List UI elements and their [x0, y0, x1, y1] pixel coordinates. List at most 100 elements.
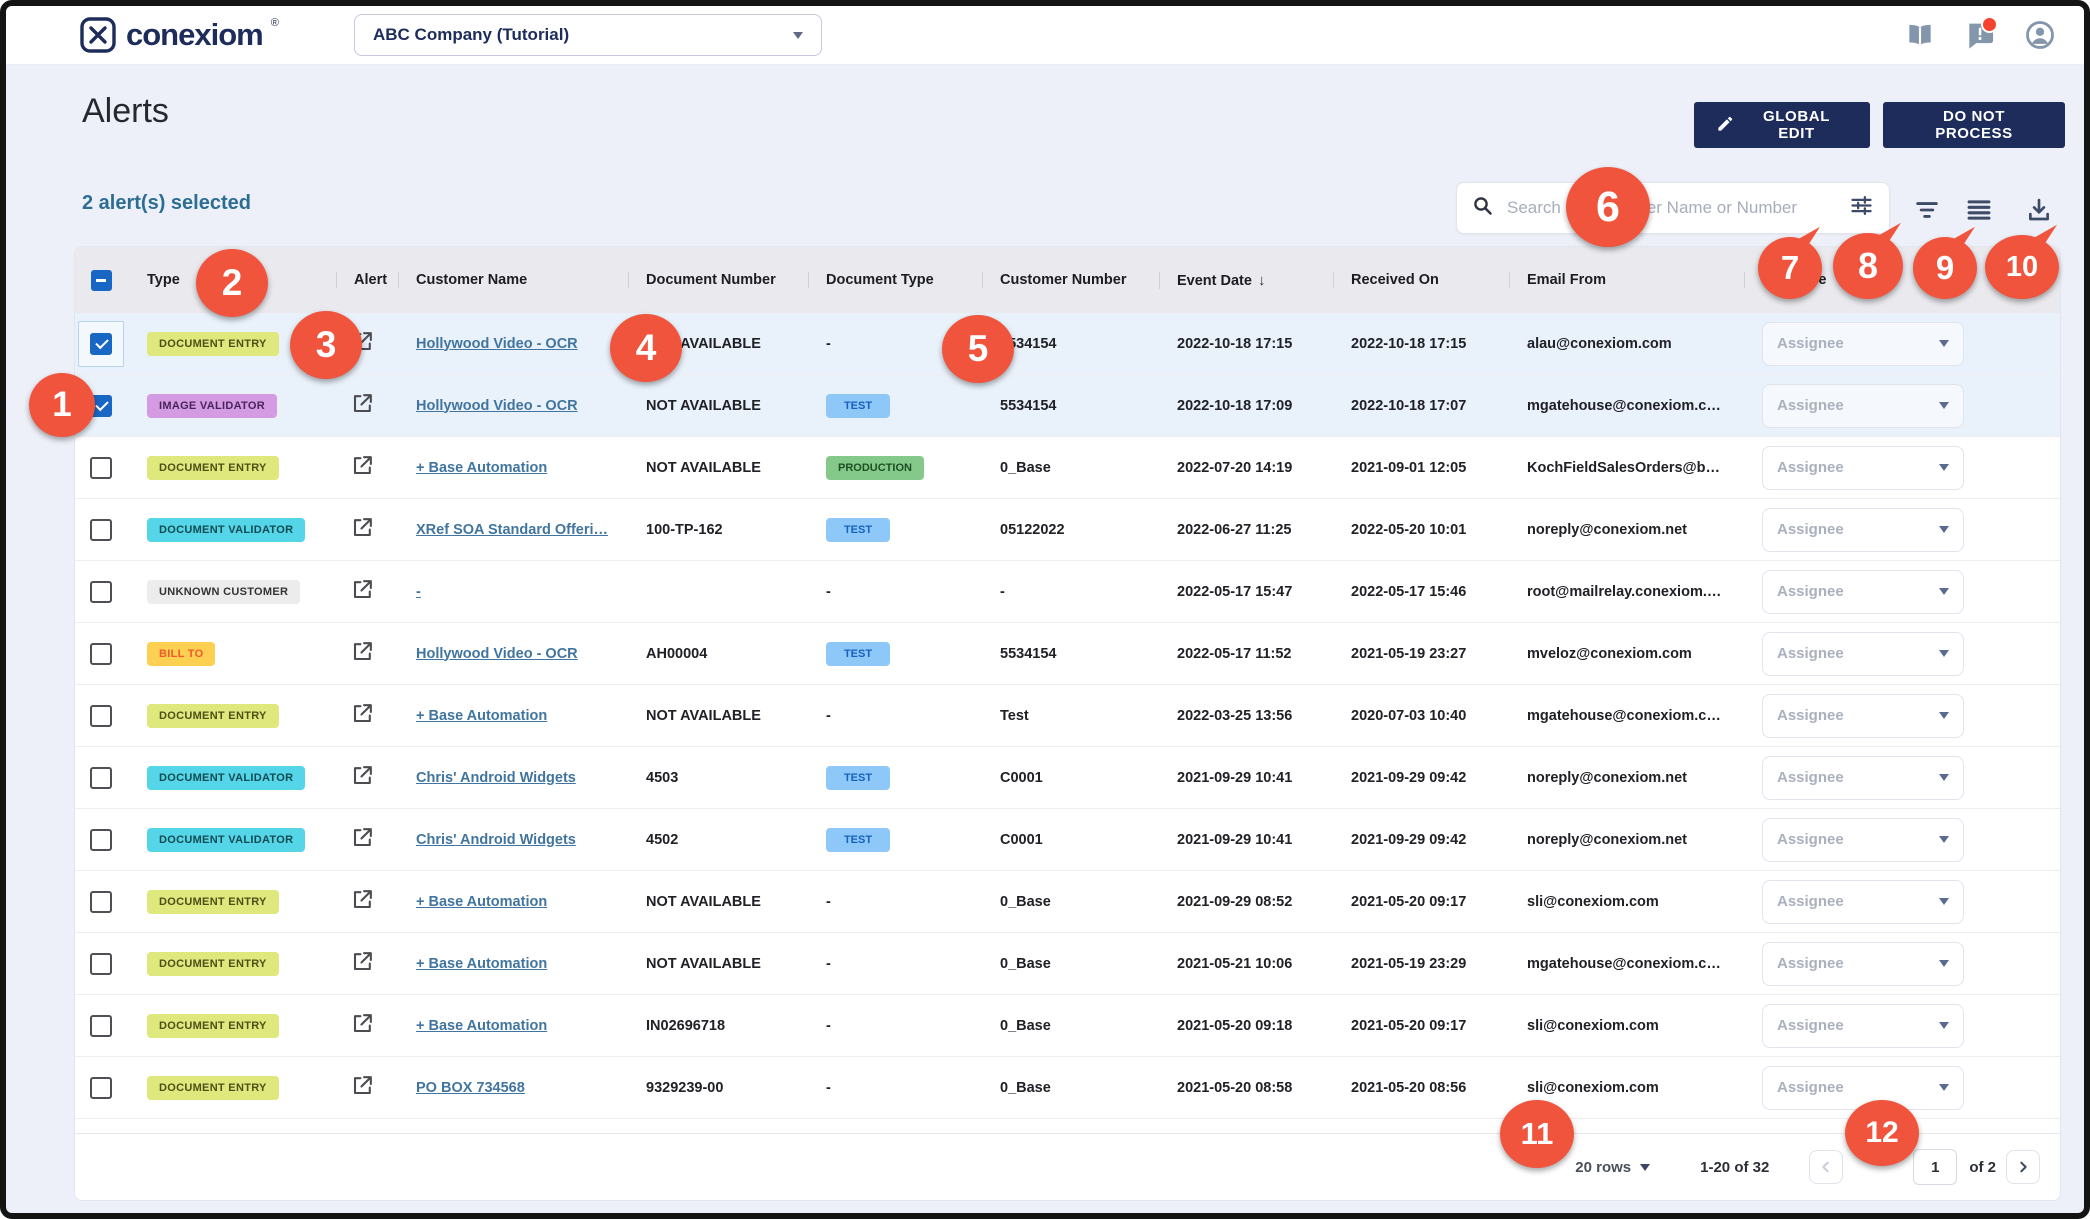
- received-on: 2021-09-01 12:05: [1331, 460, 1507, 476]
- customer-name-link[interactable]: + Base Automation: [416, 894, 547, 910]
- row-checkbox[interactable]: [78, 1003, 124, 1049]
- external-link-icon[interactable]: [350, 887, 375, 912]
- external-link-icon[interactable]: [350, 391, 375, 416]
- assignee-dropdown[interactable]: Assignee: [1762, 942, 1964, 986]
- external-link-icon[interactable]: [350, 577, 375, 602]
- customer-number: 0_Base: [980, 956, 1157, 972]
- external-link-icon[interactable]: [350, 763, 375, 788]
- table-row: UNKNOWN CUSTOMER - - - 2022-05-17 15:47 …: [75, 561, 2060, 623]
- search-input[interactable]: [1505, 197, 1838, 219]
- chevron-down-icon: [1939, 774, 1949, 781]
- column-header-email-from[interactable]: Email From: [1507, 272, 1742, 288]
- topbar-icons: [1904, 19, 2056, 51]
- customer-name-link[interactable]: + Base Automation: [416, 460, 547, 476]
- customer-name-link[interactable]: + Base Automation: [416, 1018, 547, 1034]
- row-checkbox[interactable]: [78, 569, 124, 615]
- account-icon[interactable]: [2024, 19, 2056, 51]
- customer-name-link[interactable]: Hollywood Video - OCR: [416, 646, 578, 662]
- email-from: noreply@conexiom.net: [1507, 832, 1742, 848]
- row-checkbox[interactable]: [78, 445, 124, 491]
- customer-name-link[interactable]: -: [416, 584, 421, 600]
- column-header-document-type[interactable]: Document Type: [806, 272, 980, 288]
- external-link-icon[interactable]: [350, 701, 375, 726]
- row-checkbox[interactable]: [78, 693, 124, 739]
- received-on: 2021-05-20 08:56: [1331, 1080, 1507, 1096]
- callout-12: 12: [1845, 1100, 1919, 1166]
- assignee-dropdown[interactable]: Assignee: [1762, 880, 1964, 924]
- previous-page-button[interactable]: [1809, 1150, 1843, 1184]
- customer-name-link[interactable]: Hollywood Video - OCR: [416, 398, 578, 414]
- external-link-icon[interactable]: [350, 515, 375, 540]
- column-header-received-on[interactable]: Received On: [1331, 272, 1507, 288]
- top-bar: conexiom ® ABC Company (Tutorial): [6, 6, 2084, 65]
- assignee-dropdown[interactable]: Assignee: [1762, 508, 1964, 552]
- received-on: 2022-10-18 17:07: [1331, 398, 1507, 414]
- company-selector[interactable]: ABC Company (Tutorial): [354, 14, 822, 56]
- document-type: -: [806, 894, 980, 910]
- document-type: TEST: [806, 828, 980, 852]
- table-row: DOCUMENT ENTRY + Base Automation NOT AVA…: [75, 685, 2060, 747]
- rows-per-page-label: 20 rows: [1575, 1159, 1631, 1176]
- document-type: -: [806, 584, 980, 600]
- page-number-input[interactable]: [1913, 1149, 1957, 1185]
- global-edit-button[interactable]: GLOBAL EDIT: [1694, 102, 1870, 148]
- event-date: 2022-07-20 14:19: [1157, 460, 1331, 476]
- notifications-icon[interactable]: [1964, 19, 1996, 51]
- assignee-dropdown[interactable]: Assignee: [1762, 446, 1964, 490]
- chevron-down-icon: [1939, 1022, 1949, 1029]
- assignee-dropdown[interactable]: Assignee: [1762, 694, 1964, 738]
- assignee-dropdown[interactable]: Assignee: [1762, 632, 1964, 676]
- type-badge: DOCUMENT ENTRY: [147, 952, 279, 976]
- docs-book-icon[interactable]: [1904, 19, 1936, 51]
- external-link-icon[interactable]: [350, 1073, 375, 1098]
- assignee-dropdown[interactable]: Assignee: [1762, 570, 1964, 614]
- assignee-dropdown[interactable]: Assignee: [1762, 1066, 1964, 1110]
- row-checkbox[interactable]: [78, 321, 124, 367]
- external-link-icon[interactable]: [350, 639, 375, 664]
- external-link-icon[interactable]: [350, 825, 375, 850]
- column-header-customer-number[interactable]: Customer Number: [980, 272, 1157, 288]
- next-page-button[interactable]: [2006, 1150, 2040, 1184]
- row-checkbox[interactable]: [78, 631, 124, 677]
- customer-name-link[interactable]: Chris' Android Widgets: [416, 770, 576, 786]
- table-row: DOCUMENT VALIDATOR XRef SOA Standard Off…: [75, 499, 2060, 561]
- conexiom-logo[interactable]: conexiom ®: [78, 15, 279, 60]
- customer-name-link[interactable]: + Base Automation: [416, 956, 547, 972]
- do-not-process-button[interactable]: DO NOT PROCESS: [1883, 102, 2065, 148]
- received-on: 2021-05-20 09:17: [1331, 1018, 1507, 1034]
- customer-number: 05122022: [980, 522, 1157, 538]
- column-header-customer-name[interactable]: Customer Name: [396, 272, 626, 288]
- assignee-dropdown[interactable]: Assignee: [1762, 384, 1964, 428]
- assignee-dropdown[interactable]: Assignee: [1762, 1004, 1964, 1048]
- select-all-checkbox[interactable]: [75, 270, 127, 291]
- customer-name-link[interactable]: Chris' Android Widgets: [416, 832, 576, 848]
- customer-name-link[interactable]: XRef SOA Standard Offeri…: [416, 522, 608, 538]
- column-header-event-date[interactable]: Event Date↓: [1157, 272, 1331, 289]
- event-date: 2021-05-20 09:18: [1157, 1018, 1331, 1034]
- row-checkbox[interactable]: [78, 817, 124, 863]
- external-link-icon[interactable]: [350, 453, 375, 478]
- column-header-alert[interactable]: Alert: [334, 272, 396, 288]
- type-badge: DOCUMENT ENTRY: [147, 890, 279, 914]
- table-body: DOCUMENT ENTRY Hollywood Video - OCR NOT…: [75, 313, 2060, 1119]
- customer-name-link[interactable]: Hollywood Video - OCR: [416, 336, 578, 352]
- customer-name-link[interactable]: + Base Automation: [416, 708, 547, 724]
- row-checkbox[interactable]: [78, 755, 124, 801]
- row-checkbox[interactable]: [78, 1065, 124, 1111]
- external-link-icon[interactable]: [350, 949, 375, 974]
- row-checkbox[interactable]: [78, 941, 124, 987]
- rows-per-page-dropdown[interactable]: 20 rows: [1575, 1159, 1650, 1176]
- row-checkbox[interactable]: [78, 879, 124, 925]
- row-checkbox[interactable]: [78, 507, 124, 553]
- filter-sliders-icon[interactable]: [1848, 192, 1875, 224]
- filter-list-icon[interactable]: [1912, 195, 1942, 225]
- chevron-down-icon: [1939, 712, 1949, 719]
- pencil-icon: [1716, 114, 1735, 137]
- customer-name-link[interactable]: PO BOX 734568: [416, 1080, 525, 1096]
- assignee-dropdown[interactable]: Assignee: [1762, 322, 1964, 366]
- external-link-icon[interactable]: [350, 1011, 375, 1036]
- customer-number: 5534154: [980, 398, 1157, 414]
- assignee-dropdown[interactable]: Assignee: [1762, 756, 1964, 800]
- assignee-dropdown[interactable]: Assignee: [1762, 818, 1964, 862]
- column-header-document-number[interactable]: Document Number: [626, 272, 806, 288]
